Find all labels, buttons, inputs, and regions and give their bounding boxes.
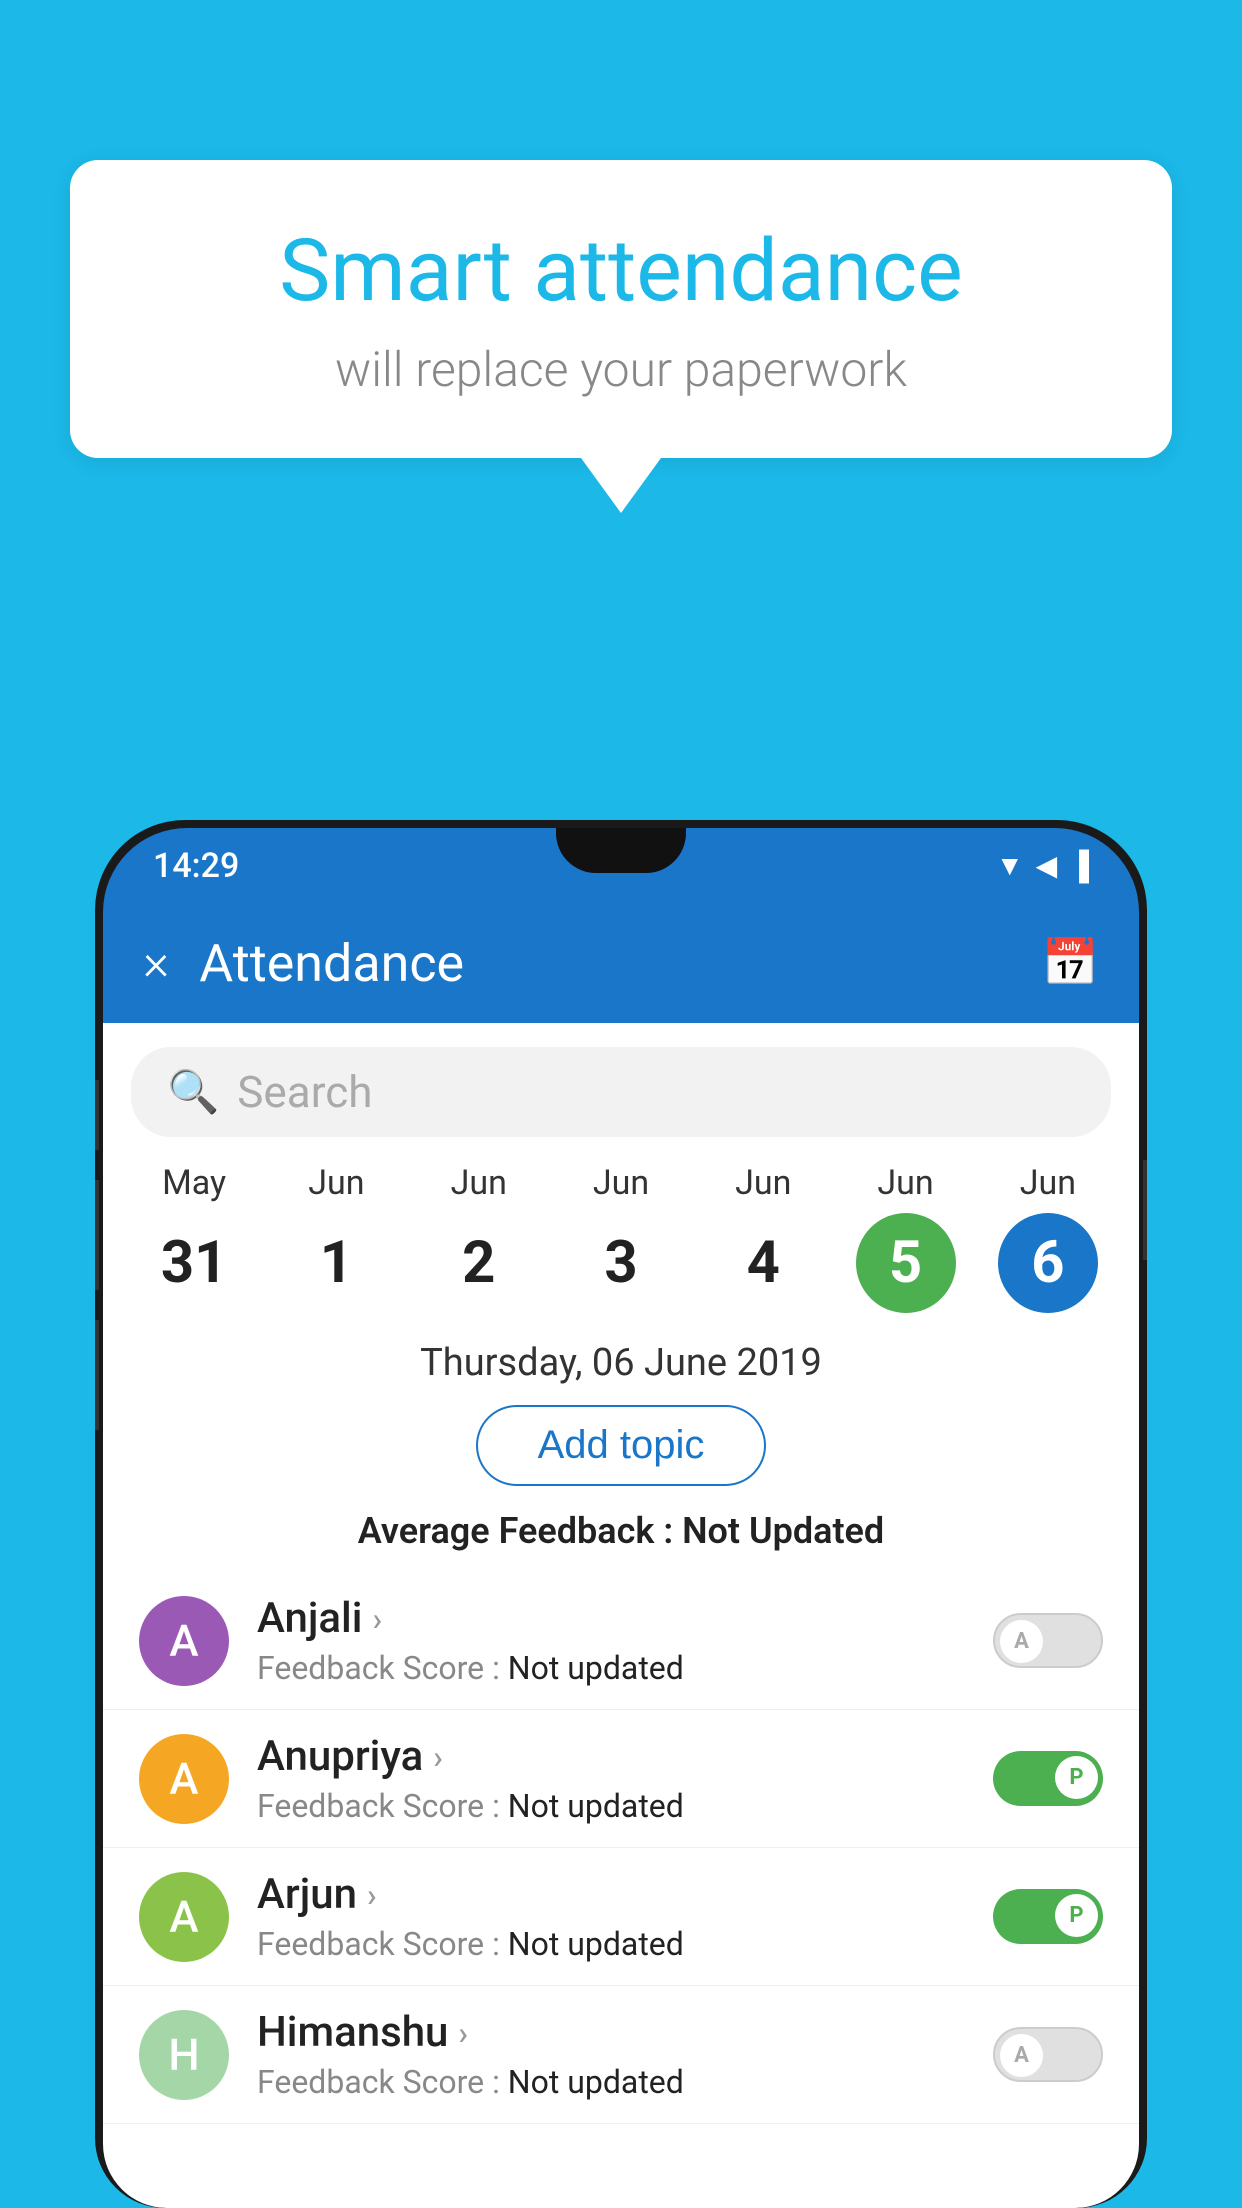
search-bar[interactable]: 🔍 Search bbox=[131, 1047, 1111, 1137]
student-name[interactable]: Anjali › bbox=[257, 1594, 993, 1643]
speech-bubble: Smart attendance will replace your paper… bbox=[70, 160, 1172, 458]
student-feedback: Feedback Score : Not updated bbox=[257, 1925, 993, 1963]
volume-up-button bbox=[95, 1180, 99, 1290]
day-number: 3 bbox=[571, 1213, 671, 1313]
volume-mute-button bbox=[95, 1080, 99, 1150]
calendar-day-6[interactable]: Jun 6 bbox=[988, 1163, 1108, 1313]
calendar-day-3[interactable]: Jun 3 bbox=[561, 1163, 681, 1313]
day-month-label: May bbox=[162, 1163, 226, 1203]
student-info: Himanshu › Feedback Score : Not updated bbox=[257, 2008, 993, 2101]
student-item: A Anupriya › Feedback Score : Not updated P bbox=[103, 1710, 1139, 1848]
day-number: 1 bbox=[286, 1213, 386, 1313]
search-input[interactable]: Search bbox=[237, 1066, 372, 1118]
wifi-icon: ▼ bbox=[996, 849, 1024, 882]
student-avatar: H bbox=[139, 2010, 229, 2100]
speech-bubble-title: Smart attendance bbox=[150, 220, 1092, 321]
toggle-knob: P bbox=[1055, 1894, 1098, 1937]
phone-frame: 14:29 ▼ ◀ ▐ × Attendance 📅 🔍 Search May 3… bbox=[95, 820, 1147, 2208]
day-month-label: Jun bbox=[451, 1163, 507, 1203]
avg-feedback-value: Not Updated bbox=[682, 1510, 884, 1552]
day-number: 6 bbox=[998, 1213, 1098, 1313]
feedback-value: Not updated bbox=[508, 1649, 684, 1687]
add-topic-button[interactable]: Add topic bbox=[476, 1405, 767, 1486]
attendance-toggle-present[interactable]: P bbox=[993, 1751, 1103, 1806]
calendar-strip: May 31 Jun 1 Jun 2 Jun 3 Jun 4 Jun 5 Jun 6 bbox=[103, 1153, 1139, 1313]
student-feedback: Feedback Score : Not updated bbox=[257, 2063, 993, 2101]
student-item: H Himanshu › Feedback Score : Not updatedA bbox=[103, 1986, 1139, 2124]
toggle-knob: A bbox=[1000, 1620, 1043, 1663]
student-avatar: A bbox=[139, 1734, 229, 1824]
day-number: 5 bbox=[856, 1213, 956, 1313]
day-number: 2 bbox=[429, 1213, 529, 1313]
student-feedback: Feedback Score : Not updated bbox=[257, 1787, 993, 1825]
student-name[interactable]: Anupriya › bbox=[257, 1732, 993, 1781]
toggle-knob: P bbox=[1055, 1756, 1098, 1799]
calendar-day-2[interactable]: Jun 2 bbox=[419, 1163, 539, 1313]
calendar-day-1[interactable]: Jun 1 bbox=[276, 1163, 396, 1313]
toggle-knob: A bbox=[1000, 2034, 1043, 2077]
calendar-day-31[interactable]: May 31 bbox=[134, 1163, 254, 1313]
notch bbox=[556, 828, 686, 873]
attendance-toggle-present[interactable]: P bbox=[993, 1889, 1103, 1944]
app-bar: × Attendance 📅 bbox=[103, 903, 1139, 1023]
attendance-toggle-absent[interactable]: A bbox=[993, 1613, 1103, 1668]
calendar-day-5[interactable]: Jun 5 bbox=[846, 1163, 966, 1313]
status-time: 14:29 bbox=[153, 846, 239, 886]
speech-bubble-subtitle: will replace your paperwork bbox=[150, 341, 1092, 398]
student-name[interactable]: Arjun › bbox=[257, 1870, 993, 1919]
day-month-label: Jun bbox=[735, 1163, 791, 1203]
speech-bubble-arrow bbox=[581, 458, 661, 513]
status-bar: 14:29 ▼ ◀ ▐ bbox=[103, 828, 1139, 903]
student-info: Anupriya › Feedback Score : Not updated bbox=[257, 1732, 993, 1825]
search-icon: 🔍 bbox=[167, 1068, 219, 1117]
student-info: Anjali › Feedback Score : Not updated bbox=[257, 1594, 993, 1687]
close-button[interactable]: × bbox=[143, 934, 169, 992]
student-feedback: Feedback Score : Not updated bbox=[257, 1649, 993, 1687]
day-number: 4 bbox=[713, 1213, 813, 1313]
calendar-icon[interactable]: 📅 bbox=[1042, 936, 1099, 990]
student-avatar: A bbox=[139, 1596, 229, 1686]
feedback-value: Not updated bbox=[508, 2063, 684, 2101]
phone-inner: 14:29 ▼ ◀ ▐ × Attendance 📅 🔍 Search May 3… bbox=[103, 828, 1139, 2208]
speech-bubble-wrapper: Smart attendance will replace your paper… bbox=[70, 160, 1172, 513]
student-avatar: A bbox=[139, 1872, 229, 1962]
student-item: AAnjali ›Feedback Score : Not updatedA bbox=[103, 1572, 1139, 1710]
day-month-label: Jun bbox=[877, 1163, 933, 1203]
student-item: A Arjun › Feedback Score : Not updated P bbox=[103, 1848, 1139, 1986]
day-month-label: Jun bbox=[308, 1163, 364, 1203]
status-icons: ▼ ◀ ▐ bbox=[996, 849, 1089, 882]
student-name[interactable]: Himanshu › bbox=[257, 2008, 993, 2057]
avg-feedback: Average Feedback : Not Updated bbox=[103, 1510, 1139, 1552]
student-info: Arjun › Feedback Score : Not updated bbox=[257, 1870, 993, 1963]
day-number: 31 bbox=[144, 1213, 244, 1313]
day-month-label: Jun bbox=[593, 1163, 649, 1203]
battery-icon: ▐ bbox=[1069, 849, 1089, 882]
student-list: AAnjali ›Feedback Score : Not updatedAAA… bbox=[103, 1572, 1139, 2124]
app-bar-title: Attendance bbox=[199, 933, 1042, 994]
feedback-value: Not updated bbox=[508, 1787, 684, 1825]
day-month-label: Jun bbox=[1020, 1163, 1076, 1203]
phone-screen: 🔍 Search May 31 Jun 1 Jun 2 Jun 3 Jun 4 Jun 5 Jun 6 T… bbox=[103, 1023, 1139, 2208]
chevron-right-icon: › bbox=[367, 1876, 377, 1914]
chevron-right-icon: › bbox=[433, 1738, 443, 1776]
chevron-right-icon: › bbox=[372, 1600, 382, 1638]
avg-feedback-label: Average Feedback : bbox=[358, 1510, 673, 1552]
attendance-toggle-absent[interactable]: A bbox=[993, 2027, 1103, 2082]
feedback-value: Not updated bbox=[508, 1925, 684, 1963]
signal-icon: ◀ bbox=[1036, 849, 1058, 882]
chevron-right-icon: › bbox=[458, 2014, 468, 2052]
power-button bbox=[1143, 1160, 1147, 1260]
volume-down-button bbox=[95, 1320, 99, 1430]
selected-date-label: Thursday, 06 June 2019 bbox=[103, 1341, 1139, 1385]
calendar-day-4[interactable]: Jun 4 bbox=[703, 1163, 823, 1313]
